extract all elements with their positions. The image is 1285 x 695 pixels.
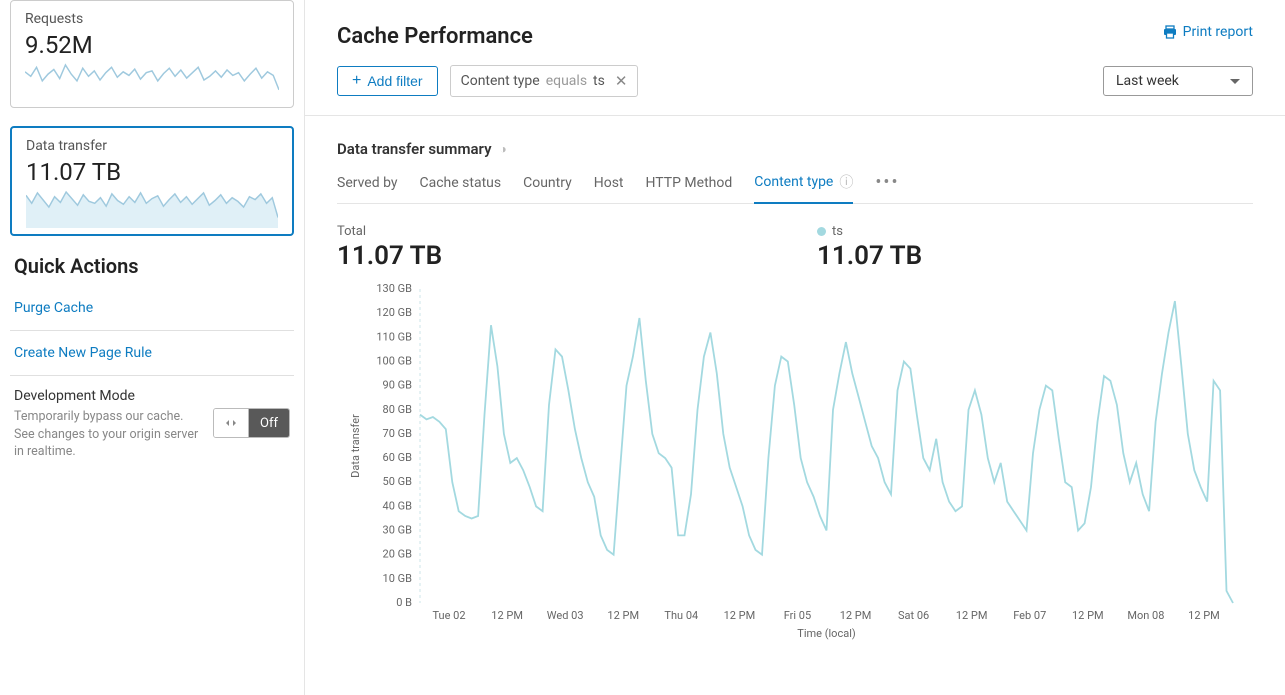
stat-value: 11.07 TB <box>26 158 278 186</box>
chevron-down-icon <box>1230 79 1240 84</box>
divider <box>10 330 294 331</box>
printer-icon <box>1163 25 1177 39</box>
sparkline-data-transfer <box>26 190 278 228</box>
add-filter-label: Add filter <box>367 73 422 89</box>
svg-text:Feb 07: Feb 07 <box>1013 609 1046 622</box>
stat-legend-value: 11.07 TB <box>817 241 922 271</box>
svg-text:Tue 02: Tue 02 <box>433 609 466 622</box>
svg-text:Data transfer: Data transfer <box>349 414 362 478</box>
main-content: Cache Performance Print report + Add fil… <box>305 0 1285 695</box>
quick-actions-heading: Quick Actions <box>14 254 294 278</box>
print-report-label: Print report <box>1183 24 1253 40</box>
dev-mode-title: Development Mode <box>14 388 290 404</box>
tab-cache-status[interactable]: Cache status <box>420 175 502 201</box>
svg-text:90 GB: 90 GB <box>383 379 413 392</box>
stat-total-label: Total <box>337 224 777 239</box>
svg-text:110 GB: 110 GB <box>376 330 412 343</box>
svg-text:10 GB: 10 GB <box>383 572 413 585</box>
svg-text:12 PM: 12 PM <box>956 609 988 622</box>
svg-text:40 GB: 40 GB <box>383 499 413 512</box>
time-range-select[interactable]: Last week <box>1103 66 1253 96</box>
svg-text:Mon 08: Mon 08 <box>1127 609 1164 622</box>
purge-cache-link[interactable]: Purge Cache <box>10 292 294 324</box>
filter-value: ts <box>593 73 605 89</box>
tab-host[interactable]: Host <box>594 175 624 201</box>
svg-text:12 PM: 12 PM <box>724 609 756 622</box>
svg-text:30 GB: 30 GB <box>383 524 413 537</box>
dev-mode-description: Temporarily bypass our cache. See change… <box>14 408 201 461</box>
info-icon: ⓘ <box>839 172 853 192</box>
tab-served-by[interactable]: Served by <box>337 175 398 201</box>
breakdown-tabs: Served by Cache status Country Host HTTP Met… <box>337 172 1253 204</box>
page-title: Cache Performance <box>337 24 533 49</box>
svg-text:Time (local): Time (local) <box>797 627 856 640</box>
sparkline-requests <box>25 63 279 101</box>
stat-total-value: 11.07 TB <box>337 241 777 271</box>
svg-text:100 GB: 100 GB <box>376 354 412 367</box>
svg-text:120 GB: 120 GB <box>376 306 412 319</box>
toggle-switch-icon <box>214 409 249 437</box>
tab-country[interactable]: Country <box>523 175 572 201</box>
svg-text:12 PM: 12 PM <box>491 609 523 622</box>
svg-text:Fri 05: Fri 05 <box>784 609 811 622</box>
svg-text:130 GB: 130 GB <box>376 282 412 295</box>
sidebar: Requests 9.52M Data transfer 11.07 TB Qu… <box>0 0 305 695</box>
remove-filter-icon[interactable]: ✕ <box>615 72 628 90</box>
svg-text:60 GB: 60 GB <box>383 451 413 464</box>
svg-text:Thu 04: Thu 04 <box>664 609 698 622</box>
svg-text:20 GB: 20 GB <box>383 548 413 561</box>
stat-label: Data transfer <box>26 138 278 154</box>
tabs-more[interactable]: ••• <box>875 172 899 203</box>
svg-text:50 GB: 50 GB <box>383 475 413 488</box>
data-transfer-chart[interactable]: 0 B 10 GB 20 GB 30 GB 40 GB 50 GB 60 GB 70 GB 80… <box>337 281 1253 651</box>
svg-text:12 PM: 12 PM <box>1188 609 1220 622</box>
add-filter-button[interactable]: + Add filter <box>337 66 438 96</box>
legend-swatch <box>817 227 826 236</box>
svg-text:Wed 03: Wed 03 <box>547 609 584 622</box>
filter-chip-content-type[interactable]: Content type equals ts ✕ <box>450 65 639 97</box>
toggle-off-label: Off <box>249 409 289 437</box>
stat-value: 9.52M <box>25 31 279 59</box>
section-title: Data transfer summary ◑ <box>337 140 1253 158</box>
dev-mode-toggle[interactable]: Off <box>213 408 290 438</box>
filter-field: Content type <box>461 73 540 89</box>
divider <box>10 375 294 376</box>
print-report-link[interactable]: Print report <box>1163 24 1253 40</box>
tab-http-method[interactable]: HTTP Method <box>646 175 733 201</box>
create-page-rule-link[interactable]: Create New Page Rule <box>10 337 294 369</box>
stat-label: Requests <box>25 11 279 27</box>
filter-operator: equals <box>546 73 587 89</box>
tab-content-type[interactable]: Content typeⓘ <box>754 172 853 204</box>
time-range-label: Last week <box>1116 73 1179 89</box>
plus-icon: + <box>352 73 361 89</box>
stat-card-requests[interactable]: Requests 9.52M <box>10 0 294 108</box>
svg-text:Sat 06: Sat 06 <box>898 609 929 622</box>
svg-text:12 PM: 12 PM <box>607 609 639 622</box>
svg-text:70 GB: 70 GB <box>383 427 413 440</box>
loading-icon: ◑ <box>500 142 507 156</box>
stat-total: Total 11.07 TB <box>337 224 777 271</box>
development-mode-section: Development Mode Temporarily bypass our … <box>10 382 294 467</box>
svg-text:12 PM: 12 PM <box>1072 609 1104 622</box>
stat-legend-ts: ts 11.07 TB <box>817 224 922 271</box>
svg-text:80 GB: 80 GB <box>383 403 413 416</box>
legend-label: ts <box>832 224 843 239</box>
svg-text:0 B: 0 B <box>396 596 412 609</box>
svg-text:12 PM: 12 PM <box>840 609 872 622</box>
stat-card-data-transfer[interactable]: Data transfer 11.07 TB <box>10 126 294 236</box>
